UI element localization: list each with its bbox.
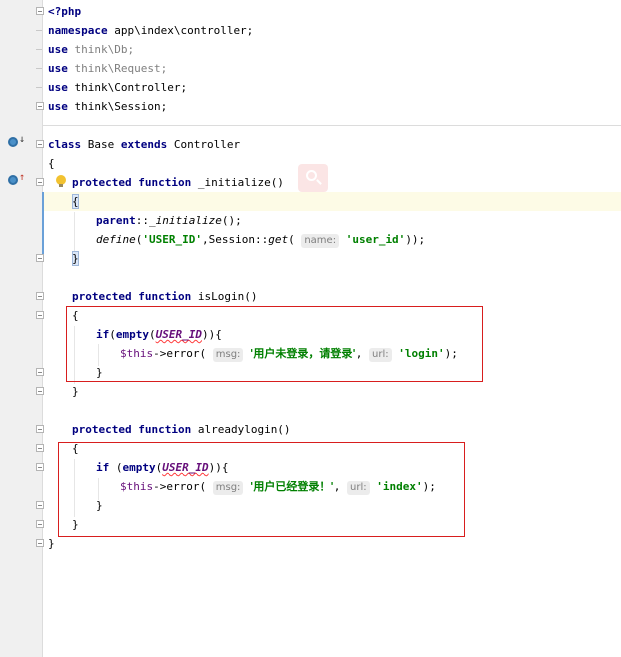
punctuation: )); [405,233,426,246]
code-line[interactable]: { [72,192,79,211]
indent-guide [74,212,75,252]
method-separator [42,125,621,126]
keyword: protected [72,176,132,189]
function-name: _initialize() [191,176,284,189]
brace: } [72,252,79,265]
parent-class: Controller [167,138,241,151]
keyword: class [48,138,82,151]
annotation-box [66,306,483,382]
import-path: think\Request; [67,62,168,75]
operator: :: [135,214,149,227]
fold-marker[interactable] [36,368,44,376]
fold-marker[interactable] [36,539,44,547]
punctuation: ( [288,233,295,246]
fold-marker[interactable] [36,140,44,148]
code-line[interactable]: use think\Request; [48,59,167,78]
fold-marker[interactable] [36,292,44,300]
code-line[interactable]: protected function alreadylogin() [72,420,291,439]
annotation-box [58,442,465,537]
lightbulb-icon[interactable] [56,175,66,188]
fold-marker[interactable] [36,102,44,110]
code-line[interactable]: use think\Db; [48,40,134,59]
keyword: protected [72,423,132,436]
code-line[interactable]: namespace app\index\controller; [48,21,253,40]
gutter-tick [36,30,42,31]
brace: { [72,195,79,208]
code-line[interactable]: use think\Controller; [48,78,187,97]
fold-marker[interactable] [36,425,44,433]
code-line[interactable]: { [48,154,55,173]
override-method-icon[interactable] [8,137,18,147]
search-icon[interactable] [298,164,328,192]
fold-marker[interactable] [36,501,44,509]
current-line-highlight [42,192,621,211]
fold-marker[interactable] [36,387,44,395]
keyword: function [138,290,192,303]
fold-marker[interactable] [36,254,44,262]
import-path: think\Db; [67,43,135,56]
keyword: use [48,81,68,94]
keyword: use [48,43,68,56]
method-call: get [268,233,289,246]
keyword: function [138,423,192,436]
change-marker [42,192,44,262]
code-line[interactable]: } [48,534,55,553]
keyword: use [48,62,68,75]
code-line[interactable]: } [72,382,79,401]
function-name: isLogin() [191,290,258,303]
method-call: _initialize [149,214,222,227]
php-open-tag: <?php [48,5,82,18]
keyword: function [138,176,192,189]
code-line[interactable]: protected function isLogin() [72,287,257,306]
parameter-hint: name: [301,234,340,248]
keyword: extends [120,138,168,151]
code-line[interactable]: parent::_initialize(); [96,211,242,230]
keyword: use [48,100,68,113]
function-name: alreadylogin() [191,423,291,436]
gutter-tick [36,68,42,69]
gutter-tick [36,87,42,88]
import-path: think\Session; [67,100,168,113]
editor-gutter [0,0,43,657]
gutter-tick [36,49,42,50]
fold-marker[interactable] [36,444,44,452]
punctuation: (); [221,214,242,227]
brace: { [48,157,55,170]
brace: } [48,537,55,550]
keyword: namespace [48,24,108,37]
implement-method-icon[interactable] [8,175,18,185]
import-path: think\Controller; [67,81,188,94]
fold-marker[interactable] [36,520,44,528]
arrow-up-icon: ↑ [19,172,26,183]
code-line[interactable]: define('USER_ID',Session::get( name: 'us… [96,230,425,249]
code-line[interactable]: class Base extends Controller [48,135,240,154]
fold-marker[interactable] [36,7,44,15]
arrow-down-icon: ↓ [19,134,26,145]
namespace-path: app\index\controller; [107,24,254,37]
fold-marker[interactable] [36,178,44,186]
code-line[interactable]: } [72,249,79,268]
fold-marker[interactable] [36,463,44,471]
string-literal: 'user_id' [345,233,406,246]
brace: } [72,385,79,398]
code-line[interactable]: protected function _initialize() [72,173,284,192]
class-name: Base [81,138,121,151]
fold-marker[interactable] [36,311,44,319]
code-line[interactable]: <?php [48,2,81,21]
keyword: parent [96,214,136,227]
code-line[interactable]: use think\Session; [48,97,167,116]
code-fragment: ,Session:: [201,233,269,246]
keyword: protected [72,290,132,303]
function-call: define [96,233,136,246]
string-literal: 'USER_ID' [142,233,202,246]
